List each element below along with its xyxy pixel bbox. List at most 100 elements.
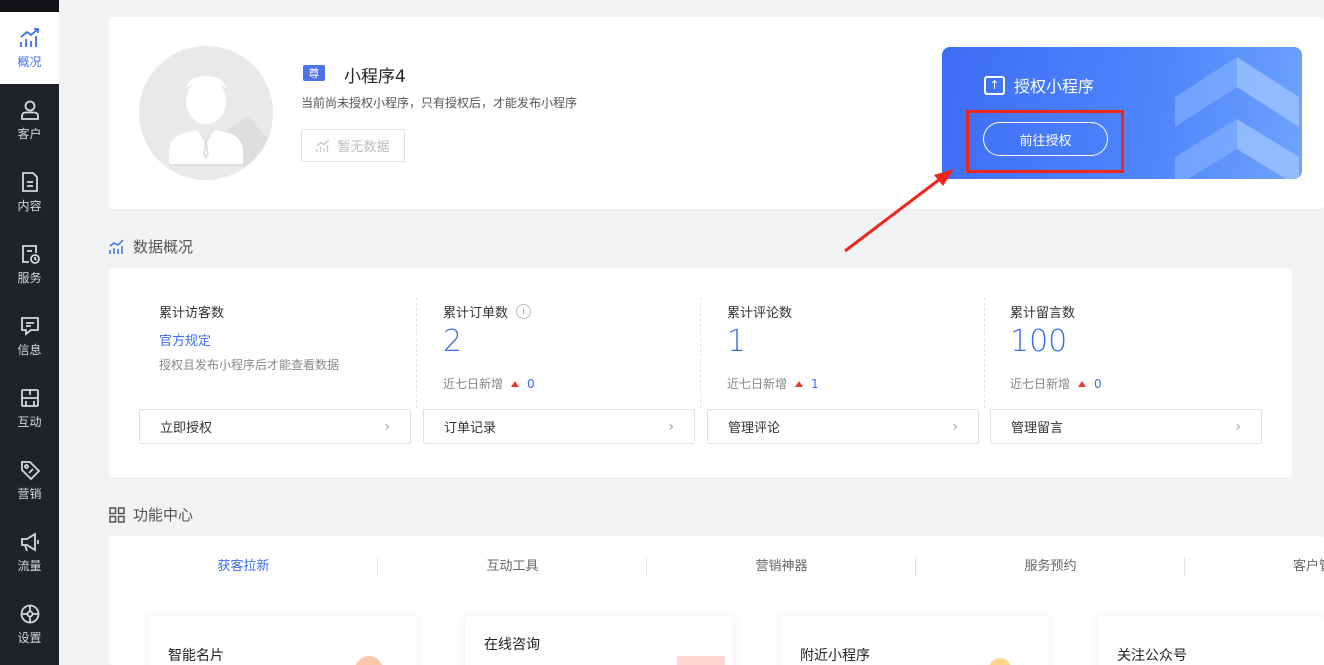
user-icon xyxy=(20,100,39,120)
default-avatar-icon xyxy=(139,46,273,180)
tab-marketing[interactable]: 营销神器 xyxy=(647,554,916,580)
sidebar-item-label: 概况 xyxy=(17,54,42,69)
official-rules-link[interactable]: 官方规定 xyxy=(159,330,211,349)
weekly-value: 0 xyxy=(527,376,535,391)
sidebar-item-marketing[interactable]: 营销 xyxy=(0,444,59,516)
tab-customer-management[interactable]: 客户管 xyxy=(1185,554,1324,580)
sidebar-item-label: 流量 xyxy=(17,558,42,573)
divider xyxy=(416,298,417,408)
divider xyxy=(700,298,701,408)
stat-label: 累计评论数 xyxy=(727,306,793,321)
decorative-chevrons-icon xyxy=(1175,57,1299,179)
gear-icon xyxy=(20,604,39,623)
order-records-button[interactable]: 订单记录 › xyxy=(423,409,695,444)
feature-title: 智能名片 xyxy=(168,648,224,664)
authorize-now-button[interactable]: 立即授权 › xyxy=(139,409,411,444)
weekly-value: 1 xyxy=(811,376,819,391)
interact-icon xyxy=(20,388,39,407)
sidebar-item-message[interactable]: 信息 xyxy=(0,300,59,372)
no-data-label: 暂无数据 xyxy=(337,140,390,155)
sidebar-item-traffic[interactable]: 流量 xyxy=(0,516,59,588)
sidebar-item-interact[interactable]: 互动 xyxy=(0,372,59,444)
feature-card-follow-official[interactable]: 关注公众号 xyxy=(1098,616,1324,665)
manage-comments-button[interactable]: 管理评论 › xyxy=(707,409,979,444)
feature-title: 附近小程序 xyxy=(800,648,870,664)
stat-orders: 累计订单数 i 2 近七日新增 0 订单记录 › xyxy=(423,268,695,477)
manage-messages-button[interactable]: 管理留言 › xyxy=(990,409,1262,444)
tab-service-booking[interactable]: 服务预约 xyxy=(916,554,1185,580)
sidebar-item-label: 信息 xyxy=(17,342,42,357)
feature-card-nearby-miniprogram[interactable]: 附近小程序 xyxy=(781,616,1049,665)
function-tabs: 获客拉新 互动工具 营销神器 服务预约 客户管 xyxy=(109,554,1324,580)
divider xyxy=(984,298,985,408)
sidebar-item-label: 互动 xyxy=(17,414,42,429)
stat-label: 累计留言数 xyxy=(1010,306,1076,321)
grid-icon xyxy=(109,506,125,523)
feature-title: 关注公众号 xyxy=(1117,648,1187,664)
stats-card: 累计访客数 官方规定 授权且发布小程序后才能查看数据 立即授权 › 累计订单数 … xyxy=(109,268,1292,477)
button-label: 立即授权 xyxy=(160,421,213,436)
app-name: 小程序4 xyxy=(344,67,406,87)
feature-card-business-card[interactable]: 智能名片 xyxy=(149,616,417,665)
stat-label-row: 累计订单数 i xyxy=(443,302,532,321)
stat-weekly: 近七日新增 0 xyxy=(443,375,535,392)
up-arrow-icon xyxy=(795,380,804,387)
chevron-right-icon: › xyxy=(668,418,674,435)
chevron-right-icon: › xyxy=(952,418,958,435)
section-title-text: 数据概况 xyxy=(133,238,194,256)
feature-illustration-icon xyxy=(989,658,1011,665)
sidebar-item-label: 设置 xyxy=(17,630,42,645)
service-icon xyxy=(21,244,40,264)
tab-acquire[interactable]: 获客拉新 xyxy=(109,554,378,580)
stat-visitors: 累计访客数 官方规定 授权且发布小程序后才能查看数据 立即授权 › xyxy=(139,268,411,477)
weekly-label: 近七日新增 xyxy=(1010,377,1071,391)
document-icon xyxy=(21,171,38,192)
feature-title: 在线咨询 xyxy=(484,637,540,653)
button-label: 管理留言 xyxy=(1011,421,1064,436)
tag-icon xyxy=(20,460,40,480)
stat-label: 累计订单数 xyxy=(443,306,509,321)
up-arrow-icon xyxy=(1078,380,1087,387)
chevron-right-icon: › xyxy=(1235,418,1241,435)
weekly-value: 0 xyxy=(1094,376,1102,391)
trend-chart-icon xyxy=(109,238,124,254)
sidebar-top-bar xyxy=(0,0,59,12)
stat-value: 2 xyxy=(443,324,463,359)
sidebar-item-service[interactable]: 服务 xyxy=(0,228,59,300)
sidebar-item-overview[interactable]: 概况 xyxy=(0,12,59,84)
vip-badge: 尊 xyxy=(303,65,325,81)
button-label: 订单记录 xyxy=(444,421,497,436)
sidebar-item-content[interactable]: 内容 xyxy=(0,156,59,228)
sidebar: 概况 客户 内容 服务 信息 互动 营销 流量 设置 xyxy=(0,0,59,665)
annotation-arrow-icon xyxy=(844,169,954,253)
stat-weekly: 近七日新增 1 xyxy=(727,375,819,392)
megaphone-icon xyxy=(20,531,39,552)
stat-value: 100 xyxy=(1010,324,1068,359)
stat-label: 累计访客数 xyxy=(159,306,225,321)
upload-icon: ↑ xyxy=(984,75,1005,95)
app-description: 当前尚未授权小程序，只有授权后，才能发布小程序 xyxy=(301,96,578,110)
sidebar-item-label: 服务 xyxy=(17,270,42,285)
function-center-card: 获客拉新 互动工具 营销神器 服务预约 客户管 智能名片 在线咨询 附近小程序 … xyxy=(109,536,1324,665)
feature-card-online-consult[interactable]: 在线咨询 xyxy=(465,616,733,665)
button-label: 管理评论 xyxy=(728,421,781,436)
stat-value: 1 xyxy=(727,324,747,359)
sidebar-item-customer[interactable]: 客户 xyxy=(0,84,59,156)
go-authorize-button[interactable]: 前往授权 xyxy=(983,122,1108,156)
weekly-label: 近七日新增 xyxy=(727,377,788,391)
chart-icon xyxy=(19,27,39,47)
data-overview-title: 数据概况 xyxy=(109,236,193,257)
sidebar-item-settings[interactable]: 设置 xyxy=(0,588,59,660)
no-data-button[interactable]: 暂无数据 xyxy=(301,129,405,162)
info-icon[interactable]: i xyxy=(516,304,532,319)
stat-note: 授权且发布小程序后才能查看数据 xyxy=(159,358,340,372)
message-icon xyxy=(20,316,39,336)
tab-interaction-tools[interactable]: 互动工具 xyxy=(378,554,647,580)
stat-comments: 累计评论数 1 近七日新增 1 管理评论 › xyxy=(707,268,979,477)
up-arrow-icon xyxy=(511,380,520,387)
feature-illustration-icon xyxy=(677,656,725,665)
chart-icon xyxy=(316,139,330,152)
authorize-title: ↑ 授权小程序 xyxy=(984,73,1094,97)
section-title-text: 功能中心 xyxy=(133,506,194,524)
stat-messages: 累计留言数 100 近七日新增 0 管理留言 › xyxy=(990,268,1262,477)
